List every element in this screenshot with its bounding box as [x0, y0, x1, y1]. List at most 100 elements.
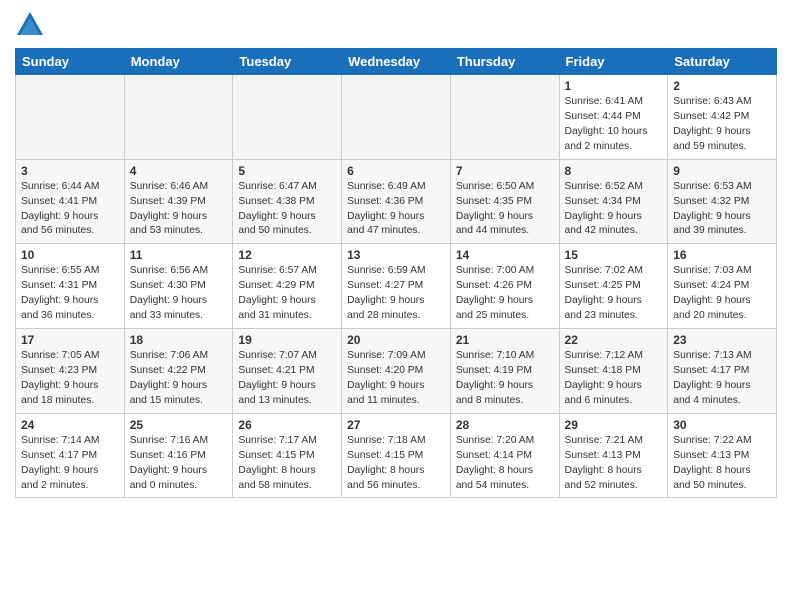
day-info: Sunrise: 7:13 AM Sunset: 4:17 PM Dayligh…: [673, 349, 771, 409]
calendar-cell: 17Sunrise: 7:05 AM Sunset: 4:23 PM Dayli…: [16, 329, 125, 414]
day-number: 7: [456, 164, 554, 178]
day-number: 29: [565, 418, 663, 432]
calendar-week-row: 17Sunrise: 7:05 AM Sunset: 4:23 PM Dayli…: [16, 329, 777, 414]
calendar-cell: [450, 75, 559, 160]
calendar-cell: 10 Sunrise: 6:55 AM Sunset: 4:31 PM Dayli…: [16, 244, 125, 329]
day-number: 8: [565, 164, 663, 178]
day-number: 2: [673, 79, 771, 93]
calendar-cell: 1 Sunrise: 6:41 AM Sunset: 4:44 PM Daylig…: [559, 75, 668, 160]
day-info: Sunrise: 7:00 AM Sunset: 4:26 PM Dayligh…: [456, 264, 554, 324]
day-info: Sunrise: 6:50 AM Sunset: 4:35 PM Dayligh…: [456, 180, 554, 240]
day-number: 25: [130, 418, 228, 432]
day-number: 26: [238, 418, 336, 432]
day-number: 14: [456, 248, 554, 262]
day-number: 15: [565, 248, 663, 262]
calendar-cell: 24Sunrise: 7:14 AM Sunset: 4:17 PM Dayli…: [16, 413, 125, 498]
day-info: Sunrise: 6:52 AM Sunset: 4:34 PM Dayligh…: [565, 180, 663, 240]
day-number: 9: [673, 164, 771, 178]
weekday-header-tuesday: Tuesday: [233, 49, 342, 75]
page-header: [15, 10, 777, 40]
calendar-cell: 11 Sunrise: 6:56 AM Sunset: 4:30 PM Dayli…: [124, 244, 233, 329]
day-info: Sunrise: 7:21 AM Sunset: 4:13 PM Dayligh…: [565, 434, 663, 494]
day-info: Sunrise: 6:47 AM Sunset: 4:38 PM Dayligh…: [238, 180, 336, 240]
calendar-cell: 20 Sunrise: 7:09 AM Sunset: 4:20 PM Dayli…: [342, 329, 451, 414]
calendar-cell: [124, 75, 233, 160]
day-number: 1: [565, 79, 663, 93]
day-info: Sunrise: 7:18 AM Sunset: 4:15 PM Dayligh…: [347, 434, 445, 494]
day-number: 11: [130, 248, 228, 262]
calendar-cell: 26 Sunrise: 7:17 AM Sunset: 4:15 PM Dayli…: [233, 413, 342, 498]
day-info: Sunrise: 7:06 AM Sunset: 4:22 PM Dayligh…: [130, 349, 228, 409]
calendar-cell: 25 Sunrise: 7:16 AM Sunset: 4:16 PM Dayli…: [124, 413, 233, 498]
day-info: Sunrise: 6:56 AM Sunset: 4:30 PM Dayligh…: [130, 264, 228, 324]
calendar-cell: 28 Sunrise: 7:20 AM Sunset: 4:14 PM Dayli…: [450, 413, 559, 498]
logo-icon: [15, 10, 45, 40]
logo: [15, 10, 49, 40]
weekday-header-sunday: Sunday: [16, 49, 125, 75]
day-info: Sunrise: 6:49 AM Sunset: 4:36 PM Dayligh…: [347, 180, 445, 240]
day-number: 16: [673, 248, 771, 262]
calendar-cell: 6 Sunrise: 6:49 AM Sunset: 4:36 PM Daylig…: [342, 159, 451, 244]
calendar-week-row: 10 Sunrise: 6:55 AM Sunset: 4:31 PM Dayli…: [16, 244, 777, 329]
calendar-cell: 8 Sunrise: 6:52 AM Sunset: 4:34 PM Daylig…: [559, 159, 668, 244]
weekday-header-wednesday: Wednesday: [342, 49, 451, 75]
calendar-cell: 23 Sunrise: 7:13 AM Sunset: 4:17 PM Dayli…: [668, 329, 777, 414]
calendar-cell: [16, 75, 125, 160]
day-info: Sunrise: 7:09 AM Sunset: 4:20 PM Dayligh…: [347, 349, 445, 409]
day-info: Sunrise: 7:10 AM Sunset: 4:19 PM Dayligh…: [456, 349, 554, 409]
day-number: 12: [238, 248, 336, 262]
calendar-cell: 30 Sunrise: 7:22 AM Sunset: 4:13 PM Dayli…: [668, 413, 777, 498]
day-info: Sunrise: 7:22 AM Sunset: 4:13 PM Dayligh…: [673, 434, 771, 494]
day-number: 17: [21, 333, 119, 347]
day-number: 18: [130, 333, 228, 347]
calendar-cell: 18 Sunrise: 7:06 AM Sunset: 4:22 PM Dayli…: [124, 329, 233, 414]
calendar-table: SundayMondayTuesdayWednesdayThursdayFrid…: [15, 48, 777, 498]
day-info: Sunrise: 6:41 AM Sunset: 4:44 PM Dayligh…: [565, 95, 663, 155]
day-info: Sunrise: 7:20 AM Sunset: 4:14 PM Dayligh…: [456, 434, 554, 494]
calendar-cell: 4 Sunrise: 6:46 AM Sunset: 4:39 PM Daylig…: [124, 159, 233, 244]
day-number: 30: [673, 418, 771, 432]
calendar-cell: 15 Sunrise: 7:02 AM Sunset: 4:25 PM Dayli…: [559, 244, 668, 329]
day-info: Sunrise: 6:57 AM Sunset: 4:29 PM Dayligh…: [238, 264, 336, 324]
day-number: 21: [456, 333, 554, 347]
day-info: Sunrise: 7:17 AM Sunset: 4:15 PM Dayligh…: [238, 434, 336, 494]
day-number: 5: [238, 164, 336, 178]
calendar-cell: 7 Sunrise: 6:50 AM Sunset: 4:35 PM Daylig…: [450, 159, 559, 244]
weekday-header-saturday: Saturday: [668, 49, 777, 75]
calendar-cell: 29 Sunrise: 7:21 AM Sunset: 4:13 PM Dayli…: [559, 413, 668, 498]
day-number: 20: [347, 333, 445, 347]
day-number: 3: [21, 164, 119, 178]
calendar-cell: 21 Sunrise: 7:10 AM Sunset: 4:19 PM Dayli…: [450, 329, 559, 414]
day-number: 10: [21, 248, 119, 262]
calendar-cell: 19Sunrise: 7:07 AM Sunset: 4:21 PM Dayli…: [233, 329, 342, 414]
day-number: 23: [673, 333, 771, 347]
day-info: Sunrise: 7:02 AM Sunset: 4:25 PM Dayligh…: [565, 264, 663, 324]
day-info: Sunrise: 6:53 AM Sunset: 4:32 PM Dayligh…: [673, 180, 771, 240]
calendar-cell: 14 Sunrise: 7:00 AM Sunset: 4:26 PM Dayli…: [450, 244, 559, 329]
day-number: 27: [347, 418, 445, 432]
day-number: 13: [347, 248, 445, 262]
day-info: Sunrise: 7:03 AM Sunset: 4:24 PM Dayligh…: [673, 264, 771, 324]
weekday-header-monday: Monday: [124, 49, 233, 75]
day-info: Sunrise: 6:44 AM Sunset: 4:41 PM Dayligh…: [21, 180, 119, 240]
calendar-cell: 9 Sunrise: 6:53 AM Sunset: 4:32 PM Daylig…: [668, 159, 777, 244]
weekday-header-row: SundayMondayTuesdayWednesdayThursdayFrid…: [16, 49, 777, 75]
day-info: Sunrise: 6:43 AM Sunset: 4:42 PM Dayligh…: [673, 95, 771, 155]
calendar-week-row: 1 Sunrise: 6:41 AM Sunset: 4:44 PM Daylig…: [16, 75, 777, 160]
calendar-week-row: 24Sunrise: 7:14 AM Sunset: 4:17 PM Dayli…: [16, 413, 777, 498]
calendar-cell: [233, 75, 342, 160]
day-number: 28: [456, 418, 554, 432]
weekday-header-friday: Friday: [559, 49, 668, 75]
calendar-week-row: 3 Sunrise: 6:44 AM Sunset: 4:41 PM Daylig…: [16, 159, 777, 244]
day-info: Sunrise: 6:55 AM Sunset: 4:31 PM Dayligh…: [21, 264, 119, 324]
calendar-cell: 13Sunrise: 6:59 AM Sunset: 4:27 PM Dayli…: [342, 244, 451, 329]
day-number: 4: [130, 164, 228, 178]
calendar-cell: 12 Sunrise: 6:57 AM Sunset: 4:29 PM Dayli…: [233, 244, 342, 329]
calendar-cell: 27 Sunrise: 7:18 AM Sunset: 4:15 PM Dayli…: [342, 413, 451, 498]
day-info: Sunrise: 7:16 AM Sunset: 4:16 PM Dayligh…: [130, 434, 228, 494]
day-number: 6: [347, 164, 445, 178]
calendar-cell: 5 Sunrise: 6:47 AM Sunset: 4:38 PM Daylig…: [233, 159, 342, 244]
day-info: Sunrise: 6:46 AM Sunset: 4:39 PM Dayligh…: [130, 180, 228, 240]
calendar-cell: 22Sunrise: 7:12 AM Sunset: 4:18 PM Dayli…: [559, 329, 668, 414]
day-number: 24: [21, 418, 119, 432]
